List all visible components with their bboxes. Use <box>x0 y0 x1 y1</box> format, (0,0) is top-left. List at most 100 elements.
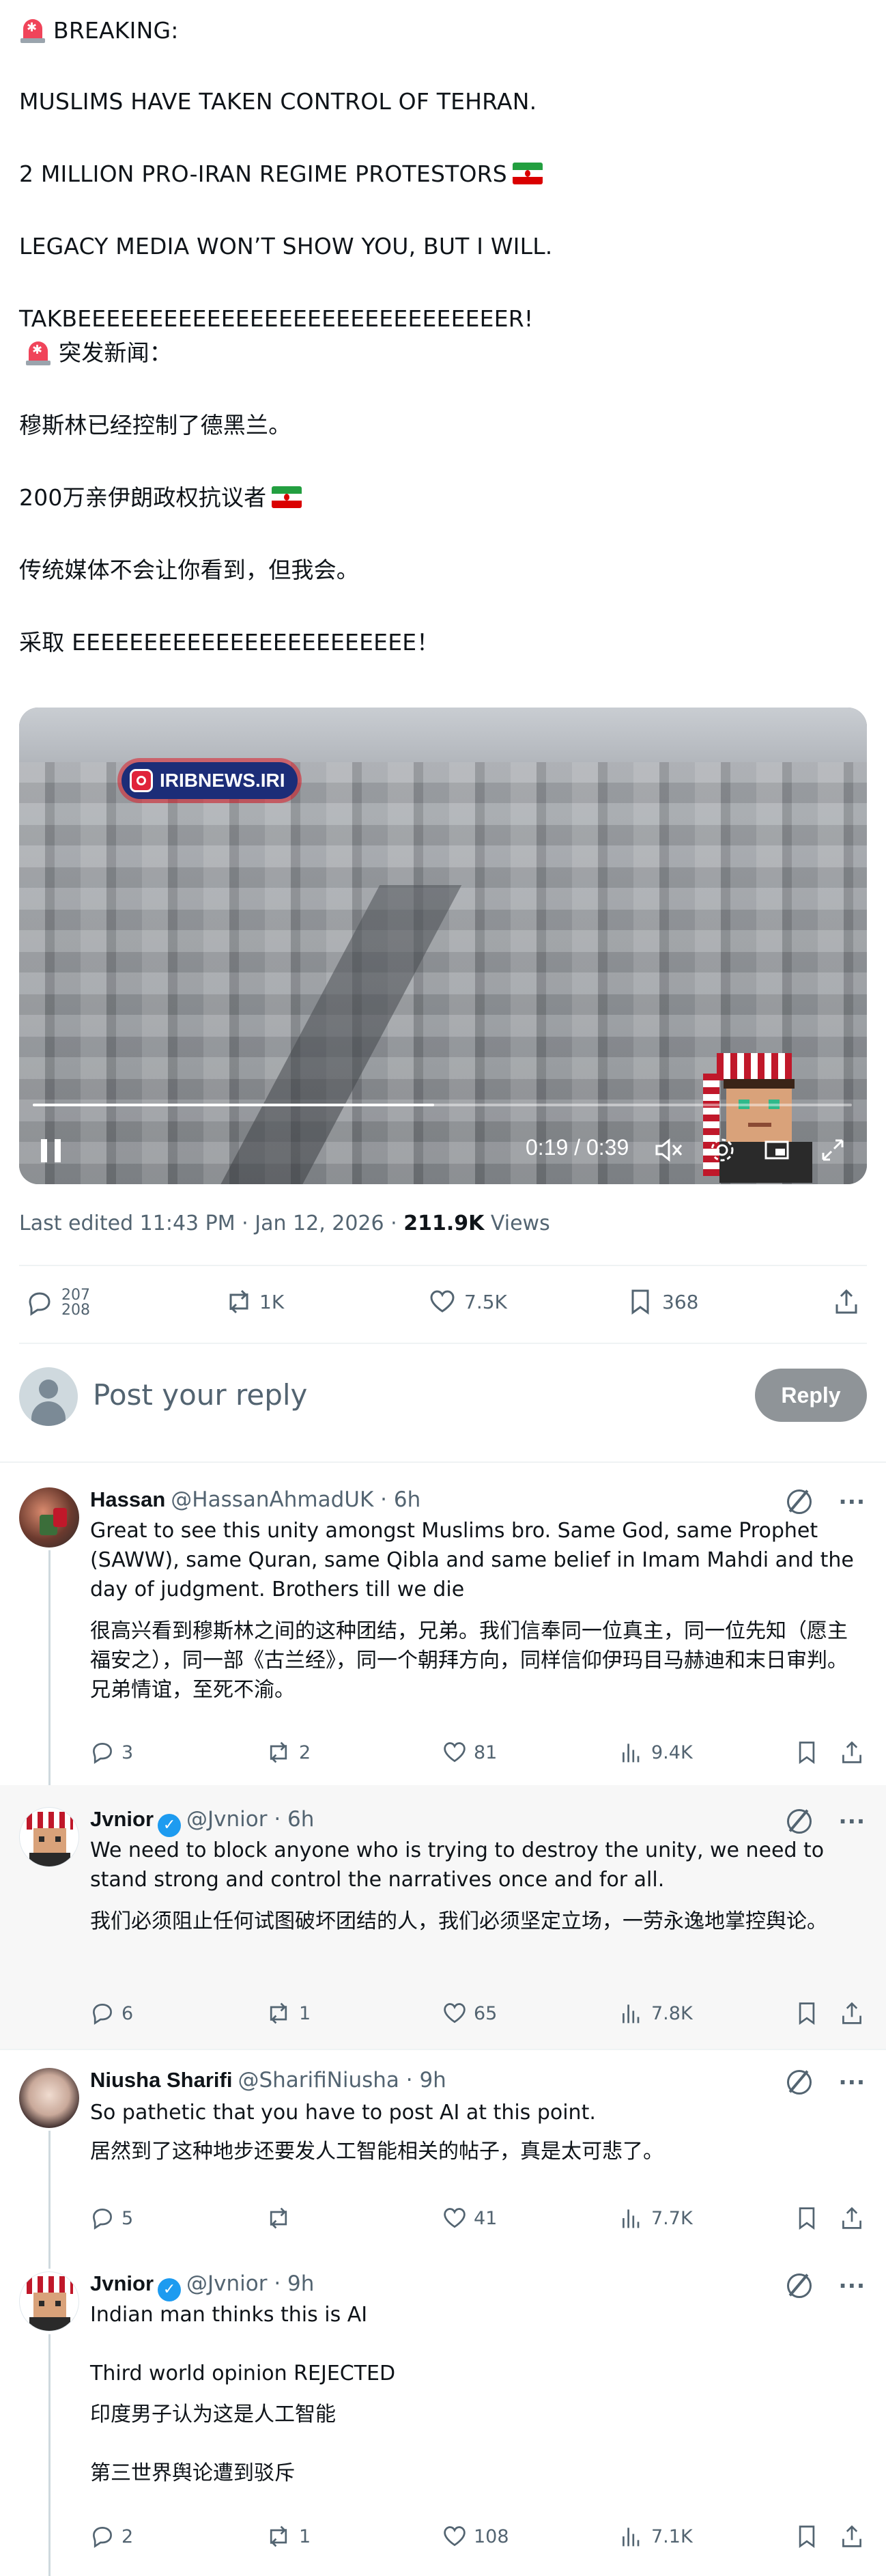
like-button[interactable]: 65 <box>442 2001 497 2026</box>
post-line: 突发新闻： <box>59 339 172 366</box>
post-line: 200万亲伊朗政权抗议者 <box>19 484 267 511</box>
reply-submit-button[interactable]: Reply <box>755 1369 867 1422</box>
more-icon[interactable]: ··· <box>839 2273 866 2299</box>
divider <box>19 1343 867 1344</box>
like-button[interactable]: 108 <box>442 2524 509 2549</box>
repost-button[interactable]: 1 <box>265 2001 311 2026</box>
reply-button[interactable]: 5 <box>90 2206 133 2230</box>
comment-actions: 2 1 108 7.1K <box>90 2524 866 2554</box>
reply-button[interactable]: 6 <box>90 2001 133 2026</box>
share-icon <box>840 2524 864 2549</box>
pause-icon[interactable] <box>41 1139 61 1162</box>
avatar[interactable] <box>19 1487 79 1548</box>
author-name[interactable]: Jvnior <box>90 1807 154 1831</box>
reply-icon <box>90 1740 115 1765</box>
share-button[interactable] <box>840 1740 864 1765</box>
share-button[interactable] <box>840 2001 864 2026</box>
share-button[interactable] <box>840 2206 864 2230</box>
share-button[interactable] <box>840 2524 864 2549</box>
watermark-text: IRIBNEWS.IRI <box>160 770 285 791</box>
more-icon[interactable]: ··· <box>839 1808 866 1834</box>
like-button[interactable]: 41 <box>442 2206 497 2230</box>
views-label: Views <box>484 1212 550 1235</box>
comment-actions: 3 2 81 9.4K <box>90 1740 866 1770</box>
comment-item[interactable]: Jvnior ✓ @Jvnior · 6h ··· We need to block… <box>0 1785 886 2049</box>
more-icon[interactable]: ··· <box>839 2069 866 2095</box>
repost-icon <box>224 1288 251 1315</box>
views-button[interactable]: 7.7K <box>620 2206 693 2230</box>
avatar[interactable] <box>19 1807 79 1867</box>
more-icon[interactable]: ··· <box>839 1489 866 1515</box>
comment-item[interactable]: Hassan @HassanAhmadUK · 6h ··· Great to s… <box>0 1464 886 1785</box>
grok-icon[interactable] <box>786 1489 812 1514</box>
repost-button[interactable]: 2 <box>265 1740 311 1765</box>
repost-button[interactable] <box>265 2206 299 2230</box>
reply-input[interactable]: Post your reply <box>93 1378 307 1412</box>
share-icon <box>840 2206 864 2230</box>
author-handle[interactable]: @Jvnior · 9h <box>186 2271 314 2296</box>
reply-count-top: 207 <box>61 1288 90 1304</box>
bookmark-button[interactable] <box>795 2001 819 2026</box>
like-count: 108 <box>474 2525 509 2547</box>
picture-in-picture-icon[interactable] <box>763 1136 790 1164</box>
like-button[interactable]: 7.5K <box>429 1288 507 1315</box>
video-player[interactable]: IRIBNEWS.IRI 0:19 / 0:39 <box>19 708 867 1184</box>
reply-button[interactable]: 3 <box>90 1740 133 1765</box>
instagram-icon <box>130 769 153 792</box>
comment-item[interactable]: Niusha Sharifi @SharifiNiusha · 9h ··· So… <box>0 2050 886 2269</box>
author-name[interactable]: Hassan <box>90 1487 165 1511</box>
comment-text-en: Third world opinion REJECTED <box>90 2362 396 2385</box>
avatar[interactable] <box>19 2271 79 2332</box>
comment-text: So pathetic that you have to post AI at … <box>90 2098 861 2179</box>
thread-line <box>48 1550 51 1785</box>
thread-line <box>48 2131 51 2269</box>
comment-text-zh: 印度男子认为这是人工智能 <box>90 2403 336 2426</box>
avatar <box>19 1367 78 1426</box>
bookmark-button[interactable] <box>795 2206 819 2230</box>
repost-button[interactable]: 1 <box>265 2524 311 2549</box>
bookmark-button[interactable]: 368 <box>627 1288 698 1315</box>
reply-button[interactable]: 207 208 <box>26 1288 90 1318</box>
author-handle[interactable]: @HassanAhmadUK · 6h <box>171 1487 420 1512</box>
fullscreen-icon[interactable] <box>819 1136 846 1164</box>
repost-icon <box>265 2001 292 2026</box>
post-line: 采取 EEEEEEEEEEEEEEEEEEEEEEEE！ <box>19 629 440 656</box>
video-progress-bar[interactable] <box>33 1104 852 1106</box>
comment-text-zh: 我们必须阻止任何试图破坏团结的人，我们必须坚定立场，一劳永逸地掌控舆论。 <box>90 1909 827 1933</box>
author-name[interactable]: Niusha Sharifi <box>90 2068 232 2092</box>
reply-button[interactable]: 2 <box>90 2524 133 2549</box>
repost-icon <box>265 2524 292 2549</box>
grok-icon[interactable] <box>786 2070 812 2095</box>
view-count: 7.8K <box>651 2002 693 2024</box>
views-button[interactable]: 9.4K <box>620 1740 693 1765</box>
reply-count-bottom: 208 <box>61 1302 90 1318</box>
bookmark-button[interactable] <box>795 1740 819 1765</box>
share-button[interactable] <box>833 1288 860 1315</box>
repost-button[interactable]: 1K <box>224 1288 284 1315</box>
reply-count: 2 <box>122 2525 134 2547</box>
watermark-badge: IRIBNEWS.IRI <box>122 762 298 799</box>
author-name[interactable]: Jvnior <box>90 2271 154 2295</box>
views-button[interactable]: 7.1K <box>620 2524 693 2549</box>
author-handle[interactable]: @SharifiNiusha · 9h <box>238 2068 446 2092</box>
video-time: 0:19 / 0:39 <box>526 1135 629 1160</box>
siren-icon: ✱ <box>25 339 52 366</box>
avatar[interactable] <box>19 2068 79 2128</box>
author-handle[interactable]: @Jvnior · 6h <box>186 1807 314 1832</box>
comment-item[interactable]: Jvnior ✓ @Jvnior · 9h ··· Indian man think… <box>0 2269 886 2576</box>
like-button[interactable]: 81 <box>442 1740 497 1765</box>
grok-icon[interactable] <box>786 1809 812 1834</box>
divider <box>19 1265 867 1266</box>
divider <box>0 1461 886 1463</box>
edited-timestamp[interactable]: Last edited 11:43 PM · Jan 12, 2026 · <box>19 1212 403 1235</box>
grok-icon[interactable] <box>786 2273 812 2298</box>
mute-icon[interactable] <box>654 1136 684 1164</box>
post-line: MUSLIMS HAVE TAKEN CONTROL OF TEHRAN. <box>19 88 537 115</box>
comment-tools: ··· <box>786 1489 866 1515</box>
views-button[interactable]: 7.8K <box>620 2001 693 2026</box>
bookmark-button[interactable] <box>795 2524 819 2549</box>
view-count: 9.4K <box>651 1741 693 1763</box>
post-actions: 207 208 1K 7.5K 368 <box>19 1284 867 1325</box>
views-icon <box>620 2206 644 2230</box>
settings-icon[interactable] <box>709 1136 736 1164</box>
